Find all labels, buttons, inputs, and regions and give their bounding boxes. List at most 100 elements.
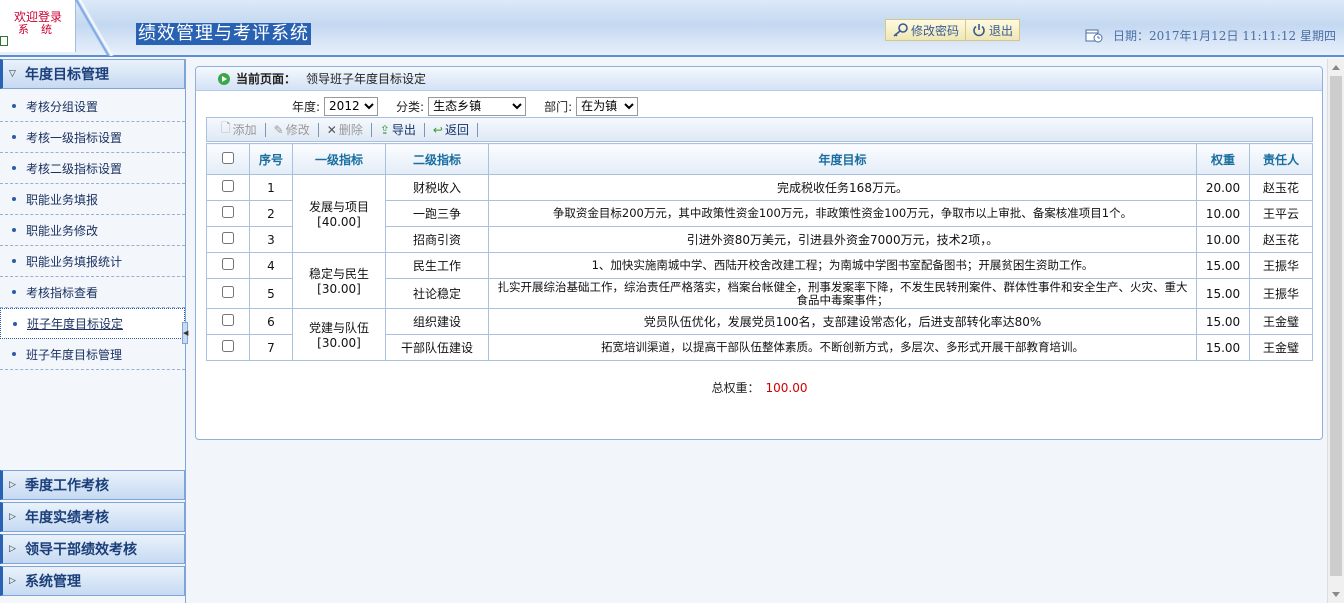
row-owner: 王平云 (1249, 200, 1313, 227)
sidebar-item-team-goal-setting[interactable]: 班子年度目标设定 (0, 308, 185, 339)
row-checkbox[interactable] (222, 314, 234, 326)
row-checkbox-cell (206, 334, 250, 361)
row-checkbox[interactable] (222, 232, 234, 244)
sidebar-collapse-toggle[interactable]: ◀ (182, 322, 188, 344)
sidebar-section-system[interactable]: ▷ 系统管理 (0, 566, 185, 596)
chevron-left-icon: ◀ (183, 329, 189, 337)
row-checkbox-cell (206, 278, 250, 309)
table-row: 6 党建与队伍 [30.00] 组织建设 党员队伍优化，发展党员100名，支部建设… (206, 308, 1313, 361)
row-weight: 10.00 (1196, 226, 1250, 253)
col-header-no[interactable]: 序号 (249, 143, 293, 175)
logo-mark-icon (0, 36, 8, 46)
row-no: 4 (249, 252, 293, 279)
edit-button[interactable]: ✎ 修改 (268, 121, 316, 138)
table-row: 1 发展与项目 [40.00] 财税收入 完成税收任务168万元。 20.00 赵… (206, 174, 1313, 253)
row-checkbox[interactable] (222, 258, 234, 270)
col-header-owner[interactable]: 责任人 (1249, 143, 1313, 175)
level1-name: 稳定与民生 (308, 267, 369, 281)
year-label: 年度: (292, 99, 321, 114)
delete-x-icon: ✕ (326, 122, 337, 137)
row-level2: 组织建设 (385, 308, 489, 335)
toolbar-divider (476, 122, 478, 137)
scrollbar-thumb[interactable] (1330, 76, 1342, 576)
scroll-down-arrow-icon[interactable] (1332, 592, 1340, 597)
toolbar-divider (370, 122, 372, 137)
row-checkbox-cell (206, 174, 250, 201)
chevron-right-icon: ▷ (9, 480, 16, 490)
sidebar-item-level2-settings[interactable]: 考核二级指标设置 (0, 153, 185, 184)
app-title: 绩效管理与考评系统 (136, 23, 311, 45)
sidebar-item-label: 职能业务填报 (26, 192, 99, 207)
sidebar-item-label: 职能业务修改 (26, 223, 99, 238)
select-all-checkbox[interactable] (222, 151, 234, 164)
bullet-icon (13, 321, 17, 326)
total-weight-value: 100.00 (765, 381, 808, 395)
sidebar-item-indicator-view[interactable]: 考核指标查看 (0, 277, 185, 308)
sidebar-item-group-settings[interactable]: 考核分组设置 (0, 91, 185, 122)
sidebar-section-leader-performance[interactable]: ▷ 领导干部绩效考核 (0, 534, 185, 564)
add-button[interactable]: 🗋 添加 (215, 119, 263, 140)
sidebar-collapsed-sections: ▷ 季度工作考核 ▷ 年度实绩考核 ▷ 领导干部绩效考核 ▷ 系统管理 (0, 470, 185, 598)
sidebar-section-label: 系统管理 (25, 574, 81, 590)
row-owner: 王振华 (1249, 252, 1313, 279)
department-select[interactable]: 在为镇 (576, 96, 639, 116)
logo: 欢迎登录 系统 (0, 0, 76, 52)
col-header-goal[interactable]: 年度目标 (488, 143, 1197, 175)
category-select[interactable]: 生态乡镇 (428, 96, 527, 116)
col-header-level2[interactable]: 二级指标 (385, 143, 489, 175)
sidebar-item-level1-settings[interactable]: 考核一级指标设置 (0, 122, 185, 153)
row-no: 5 (249, 278, 293, 309)
row-goal: 争取资金目标200万元，其中政策性资金100万元，非政策性资金100万元，争取市… (488, 200, 1197, 227)
change-password-button[interactable]: 修改密码 (886, 20, 965, 40)
sidebar-item-team-goal-manage[interactable]: 班子年度目标管理 (0, 339, 185, 370)
row-goal: 党员队伍优化，发展党员100名，支部建设常态化，后进支部转化率达80% (488, 308, 1197, 335)
level1-name: 发展与项目 (308, 200, 369, 214)
scroll-up-arrow-icon[interactable] (1332, 65, 1340, 70)
row-no: 6 (249, 308, 293, 335)
sidebar-section-annual-goals[interactable]: ▽ 年度目标管理 (0, 59, 185, 89)
toolbar-divider (317, 122, 319, 137)
row-level2: 一跑三争 (385, 200, 489, 227)
sidebar-section-annual-performance[interactable]: ▷ 年度实绩考核 (0, 502, 185, 532)
sidebar-item-business-report[interactable]: 职能业务填报 (0, 184, 185, 215)
back-button[interactable]: ↩ 返回 (427, 121, 475, 138)
main-panel: 当前页面： 领导班子年度目标设定 年度: 2012 分类: 生态乡镇 部门: 在… (195, 66, 1323, 440)
row-weight: 15.00 (1196, 252, 1250, 279)
sidebar-item-label: 考核二级指标设置 (26, 161, 123, 176)
page-scrollbar[interactable] (1327, 59, 1344, 603)
row-level2: 社论稳定 (385, 278, 489, 309)
header-button-group: 修改密码 退出 (885, 19, 1021, 41)
department-label: 部门: (544, 99, 573, 114)
row-checkbox-cell (206, 226, 250, 253)
row-checkbox[interactable] (222, 206, 234, 218)
bullet-icon (12, 290, 16, 294)
sidebar-item-label: 考核指标查看 (26, 285, 99, 300)
row-no: 7 (249, 334, 293, 361)
row-checkbox[interactable] (222, 340, 234, 352)
sidebar-section-quarterly[interactable]: ▷ 季度工作考核 (0, 470, 185, 500)
sidebar-section-label: 年度目标管理 (25, 67, 109, 83)
back-label: 返回 (444, 123, 469, 137)
year-select[interactable]: 2012 (324, 96, 379, 116)
level1-group-cell: 发展与项目 [40.00] (292, 174, 386, 253)
level1-group-cell: 稳定与民生 [30.00] (292, 252, 386, 309)
export-button[interactable]: ⇪ 导出 (374, 121, 422, 138)
add-label: 添加 (232, 123, 257, 137)
row-checkbox[interactable] (222, 286, 234, 298)
row-owner: 赵玉花 (1249, 226, 1313, 253)
col-header-level1[interactable]: 一级指标 (292, 143, 386, 175)
level1-weight: [30.00] (317, 336, 361, 350)
level1-weight: [40.00] (317, 215, 361, 229)
row-checkbox[interactable] (222, 180, 234, 192)
sidebar-item-business-stats[interactable]: 职能业务填报统计 (0, 246, 185, 277)
col-header-weight[interactable]: 权重 (1196, 143, 1250, 175)
export-icon: ⇪ (379, 122, 390, 137)
delete-button[interactable]: ✕ 删除 (321, 121, 369, 138)
toolbar-divider (264, 122, 266, 137)
sidebar-item-business-edit[interactable]: 职能业务修改 (0, 215, 185, 246)
total-weight: 总权重： 100.00 (206, 379, 1313, 396)
row-level2: 干部队伍建设 (385, 334, 489, 361)
logout-button[interactable]: 退出 (965, 20, 1019, 40)
level1-name: 党建与队伍 (308, 321, 369, 335)
row-level2: 招商引资 (385, 226, 489, 253)
